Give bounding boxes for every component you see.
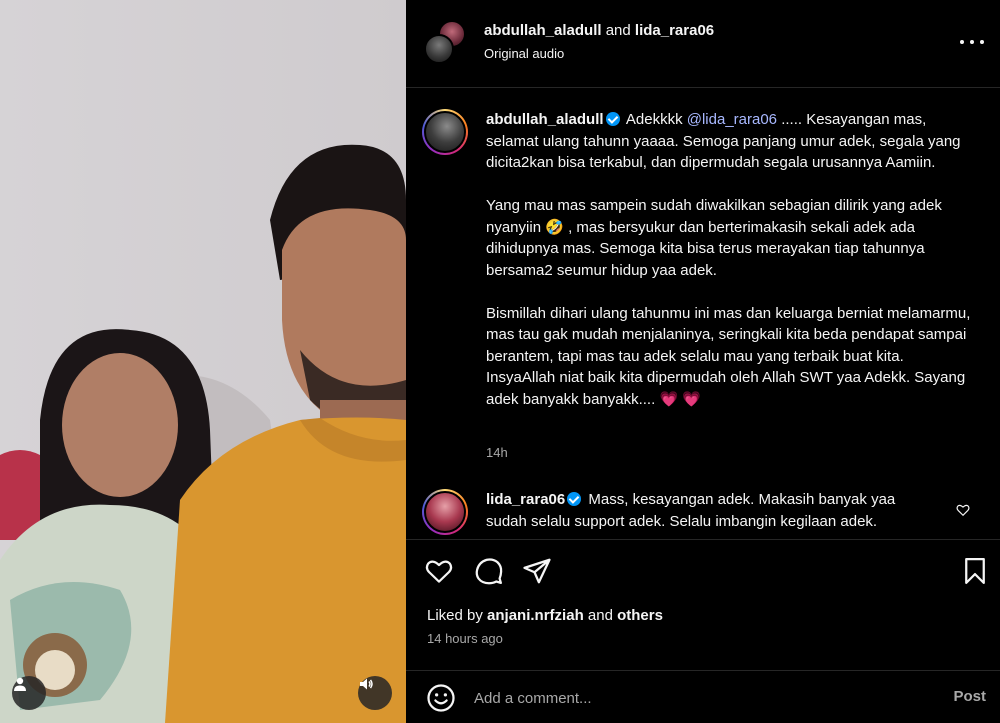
audio-toggle-button[interactable] — [358, 676, 392, 710]
bookmark-icon[interactable] — [960, 556, 990, 586]
post-timestamp[interactable]: 14 hours ago — [427, 631, 503, 646]
likes-joiner: and — [587, 607, 613, 624]
smiley-icon[interactable] — [426, 683, 456, 713]
heart-emojis: 💗 💗 — [659, 390, 701, 408]
user-tag-button[interactable] — [12, 676, 46, 710]
post-details-panel: abdullah_aladull and lida_rara06 Origina… — [406, 0, 1000, 723]
likes-prefix: Liked by — [427, 607, 483, 624]
caption-username[interactable]: abdullah_aladull — [486, 111, 604, 128]
comment-input[interactable] — [474, 687, 894, 709]
more-horizontal-icon-dot — [970, 40, 974, 44]
comments-section[interactable]: abdullah_aladull Adekkkk @lida_rara06 ..… — [406, 89, 1000, 539]
author-username[interactable]: lida_rara06 — [635, 22, 714, 39]
comment-bubble-icon[interactable] — [474, 556, 504, 586]
avatar[interactable] — [422, 489, 468, 535]
authors-joiner: and — [605, 22, 631, 39]
verified-badge-icon — [605, 112, 620, 126]
author-username[interactable]: abdullah_aladull — [484, 22, 602, 39]
post-comment-button[interactable]: Post — [953, 688, 986, 705]
audio-link[interactable]: Original audio — [484, 46, 564, 61]
caption-text: abdullah_aladull Adekkkk @lida_rara06 ..… — [486, 109, 976, 410]
mention-link[interactable]: @lida_rara06 — [687, 111, 777, 128]
rofl-emoji: 🤣 — [545, 218, 564, 236]
post-authors: abdullah_aladull and lida_rara06 — [484, 22, 714, 39]
caption-line1: Adekkkk — [625, 111, 683, 128]
heart-icon[interactable] — [424, 556, 454, 586]
collab-avatars[interactable] — [424, 20, 466, 64]
user-tag-icon — [14, 677, 26, 691]
likes-others-link[interactable]: others — [617, 607, 663, 624]
more-horizontal-icon — [960, 40, 964, 44]
post-header: abdullah_aladull and lida_rara06 Origina… — [406, 0, 1000, 88]
caption-p3: Bismillah dihari ulang tahunmu ini mas d… — [486, 304, 971, 408]
verified-badge-icon — [567, 492, 582, 506]
caption-paragraph-2: Yang mau mas sampein sudah diwakilkan se… — [486, 195, 976, 281]
comment-composer: Post — [406, 670, 1000, 723]
video-frame — [0, 0, 406, 723]
comment-username[interactable]: lida_rara06 — [486, 491, 565, 508]
more-horizontal-icon-dot — [980, 40, 984, 44]
paper-plane-icon[interactable] — [522, 556, 552, 586]
avatar-image — [424, 491, 466, 533]
caption-comment: abdullah_aladull Adekkkk @lida_rara06 ..… — [422, 109, 982, 489]
comment-text: lida_rara06 Mass, kesayangan adek. Makas… — [486, 489, 926, 532]
avatar[interactable] — [424, 34, 454, 64]
post-media[interactable] — [0, 0, 406, 723]
comment-item: lida_rara06 Mass, kesayangan adek. Makas… — [422, 489, 982, 539]
more-options-button[interactable] — [960, 32, 984, 52]
likes-summary: Liked by anjani.nrfziah and others — [427, 607, 663, 624]
heart-icon[interactable] — [956, 503, 970, 517]
liker-username[interactable]: anjani.nrfziah — [487, 607, 584, 624]
avatar[interactable] — [422, 109, 468, 155]
speaker-icon — [360, 678, 373, 690]
post-actions: Liked by anjani.nrfziah and others 14 ho… — [406, 539, 1000, 719]
caption-timestamp[interactable]: 14h — [486, 445, 508, 460]
avatar-image — [424, 111, 466, 153]
caption-paragraph-3: Bismillah dihari ulang tahunmu ini mas d… — [486, 303, 976, 411]
